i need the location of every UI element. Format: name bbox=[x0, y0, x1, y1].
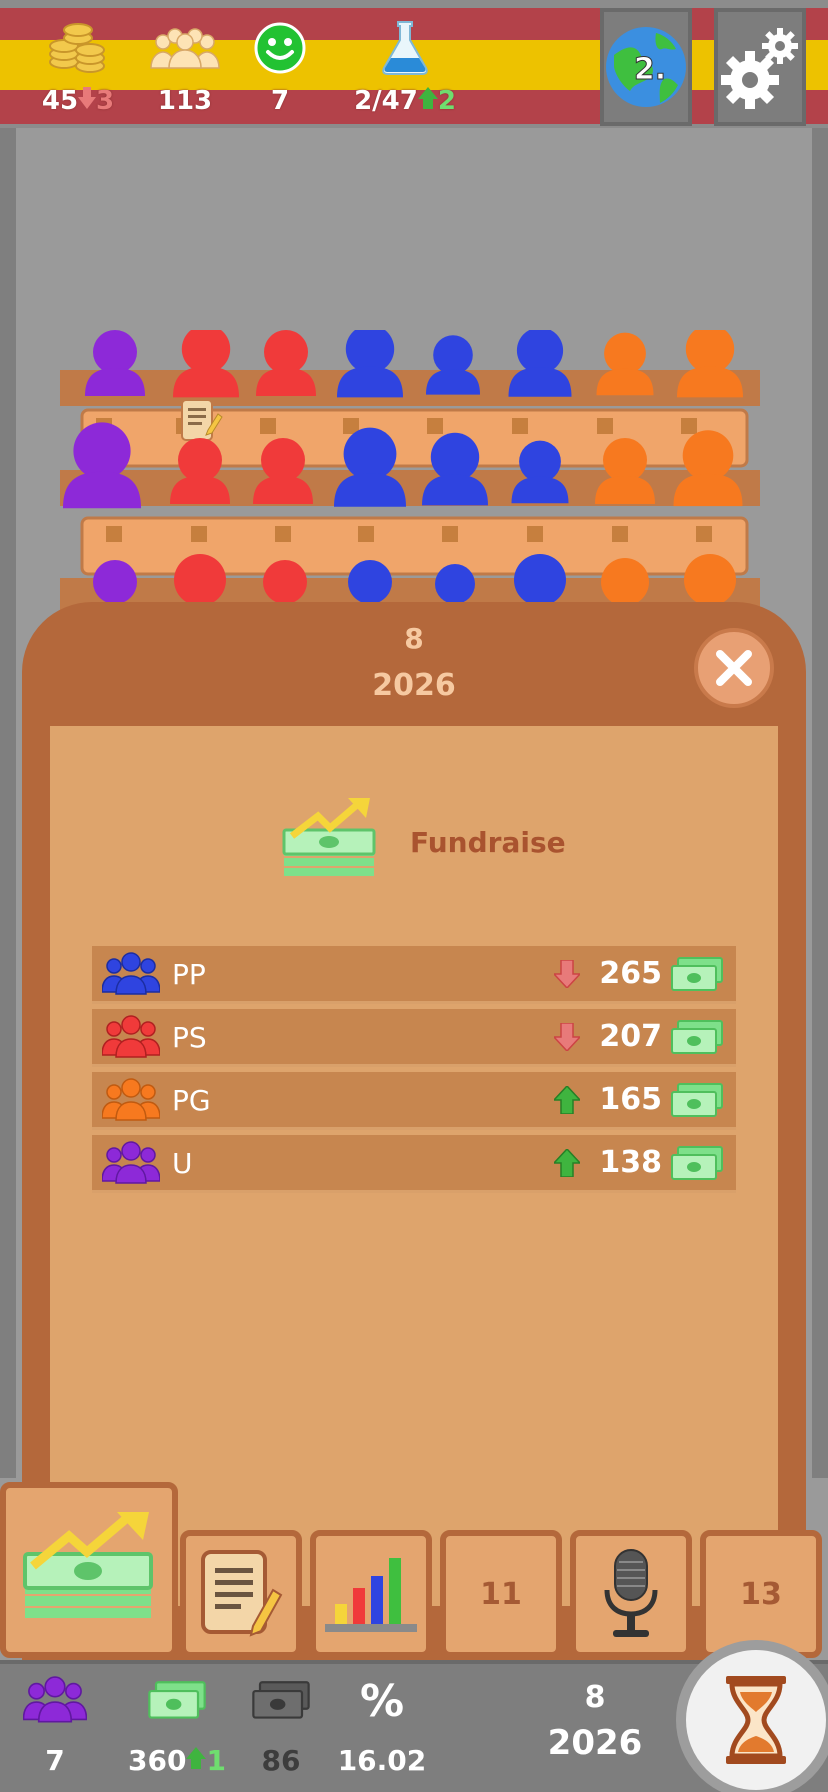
money-icon bbox=[671, 1146, 723, 1180]
coins-value: 45 bbox=[41, 86, 79, 116]
party-funds: 138 bbox=[599, 1145, 662, 1180]
party-row-u: U 138 bbox=[92, 1135, 736, 1193]
happiness-stat: 7 bbox=[220, 20, 340, 116]
right-rail bbox=[812, 128, 828, 1478]
party-group-icon bbox=[102, 1015, 160, 1058]
microphone-icon bbox=[604, 1549, 658, 1637]
percent-value: 16.02 bbox=[337, 1744, 427, 1777]
party-funds: 165 bbox=[599, 1082, 662, 1117]
turn-number: 8 bbox=[584, 1680, 606, 1715]
left-rail bbox=[0, 128, 16, 1478]
settings-button[interactable] bbox=[714, 8, 806, 126]
coins-stat: 45 3 bbox=[18, 20, 138, 116]
party-group-icon bbox=[102, 952, 160, 995]
party-row-ps: PS 207 bbox=[92, 1009, 736, 1067]
money-icon bbox=[671, 1083, 723, 1117]
action-title: Fundraise bbox=[410, 826, 566, 859]
end-turn-button[interactable] bbox=[676, 1640, 828, 1792]
arrow-up-icon bbox=[554, 1149, 580, 1177]
party-funds: 265 bbox=[599, 956, 662, 991]
party-row-pp: PP 265 bbox=[92, 946, 736, 1004]
flask-icon bbox=[382, 21, 428, 75]
tab-speech[interactable] bbox=[570, 1530, 692, 1658]
party-money-stat: 360 1 bbox=[112, 1676, 242, 1777]
research-value: 2/47 bbox=[354, 86, 418, 116]
dark-money-value: 86 bbox=[261, 1744, 301, 1777]
dark-money-icon bbox=[252, 1681, 310, 1719]
tab-11[interactable]: 11 bbox=[440, 1530, 562, 1658]
turn-year: 2026 bbox=[547, 1723, 643, 1763]
arrow-up-icon bbox=[417, 87, 438, 109]
arrow-down-icon bbox=[554, 1023, 580, 1051]
party-row-pg: PG 165 bbox=[92, 1072, 736, 1130]
party-group-icon bbox=[23, 1676, 87, 1723]
percent-stat: % 16.02 bbox=[327, 1675, 437, 1778]
arrow-down-icon bbox=[554, 960, 580, 988]
research-stat: 2/47 2 bbox=[345, 20, 465, 116]
arrow-down-icon bbox=[78, 87, 97, 109]
research-change: 2 bbox=[437, 86, 456, 116]
fundraise-icon bbox=[282, 798, 376, 876]
percent-icon: % bbox=[359, 1675, 405, 1727]
arrow-up-icon bbox=[186, 1747, 207, 1769]
world-button[interactable]: 2. bbox=[600, 8, 692, 126]
members-stat: 7 bbox=[0, 1676, 110, 1777]
coins-change: 3 bbox=[96, 86, 115, 116]
tab-13[interactable]: 13 bbox=[700, 1530, 822, 1658]
tab-bills[interactable] bbox=[180, 1530, 302, 1658]
tab-13-label: 13 bbox=[740, 1576, 782, 1612]
party-funds: 207 bbox=[599, 1019, 662, 1054]
document-pencil-icon bbox=[201, 1550, 283, 1637]
money-change: 1 bbox=[206, 1744, 226, 1777]
hourglass-icon bbox=[726, 1676, 786, 1764]
money-icon bbox=[148, 1681, 206, 1719]
party-name: U bbox=[172, 1147, 193, 1180]
party-group-icon bbox=[102, 1078, 160, 1121]
close-icon bbox=[716, 650, 752, 686]
party-name: PG bbox=[172, 1084, 211, 1117]
globe-icon: 2. bbox=[606, 27, 686, 107]
close-button[interactable] bbox=[694, 628, 774, 708]
bar-chart-icon bbox=[325, 1558, 417, 1632]
members-value: 7 bbox=[45, 1744, 65, 1777]
smiley-icon bbox=[254, 22, 306, 74]
parliament-chamber bbox=[60, 330, 760, 614]
party-name: PP bbox=[172, 958, 206, 991]
coins-icon bbox=[49, 23, 105, 73]
tab-statistics[interactable] bbox=[310, 1530, 432, 1658]
crowd-icon bbox=[150, 28, 220, 69]
happiness-value: 7 bbox=[270, 86, 290, 116]
dark-money-stat: 86 bbox=[226, 1676, 336, 1777]
turn-indicator: 8 2026 bbox=[530, 1680, 660, 1763]
world-label: 2. bbox=[634, 52, 666, 87]
party-name: PS bbox=[172, 1021, 207, 1054]
money-icon bbox=[671, 957, 723, 991]
tab-11-label: 11 bbox=[480, 1576, 522, 1612]
gears-icon bbox=[721, 28, 798, 109]
party-group-icon bbox=[102, 1141, 160, 1184]
tab-fundraise[interactable] bbox=[0, 1482, 178, 1658]
money-value: 360 bbox=[128, 1744, 187, 1777]
fundraise-icon bbox=[23, 1512, 153, 1618]
arrow-up-icon bbox=[554, 1086, 580, 1114]
money-icon bbox=[671, 1020, 723, 1054]
